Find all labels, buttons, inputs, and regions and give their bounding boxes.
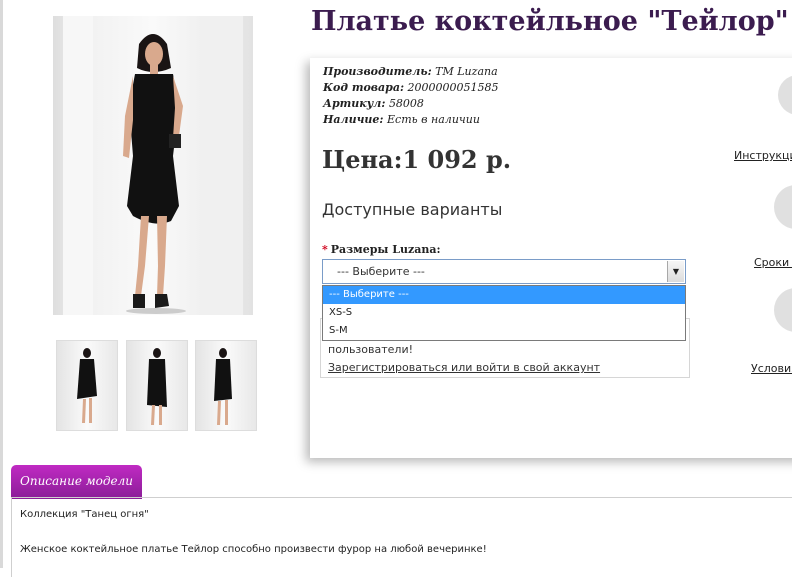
size-option[interactable]: S-M [323, 322, 685, 340]
spec-label: Артикул: [323, 97, 386, 110]
instruction-link[interactable]: Инструкци [734, 149, 792, 162]
size-select[interactable]: --- Выберите --- ▼ [322, 259, 686, 284]
spec-label: Код товара: [323, 81, 405, 94]
spec-availability: Наличие: Есть в наличии [323, 113, 480, 126]
delivery-time-link[interactable]: Сроки д [754, 256, 792, 269]
spec-article: Артикул: 58008 [323, 97, 424, 110]
register-login-link[interactable]: Зарегистрироваться или войти в свой акка… [328, 361, 600, 374]
tab-model-description[interactable]: Описание модели [11, 465, 142, 499]
spec-value: 2000000051585 [407, 81, 499, 94]
size-option[interactable]: --- Выберите --- [323, 286, 685, 304]
spec-label: Наличие: [323, 113, 384, 126]
size-select-value: --- Выберите --- [337, 265, 425, 278]
spec-value: Есть в наличии [387, 113, 480, 126]
description-line: Коллекция "Танец огня" [20, 509, 149, 520]
chevron-down-icon[interactable]: ▼ [667, 261, 684, 282]
product-thumbnail[interactable] [195, 340, 257, 431]
thumbnail-image [147, 348, 167, 425]
product-price: Цена:1 092 р. [322, 145, 512, 174]
spec-product-code: Код товара: 2000000051585 [323, 81, 499, 94]
size-field-label: * Размеры Luzana: [322, 243, 441, 256]
product-thumbnail[interactable] [56, 340, 118, 431]
page-left-border [0, 0, 3, 568]
thumbnail-image [77, 348, 97, 423]
thumbnail-image [214, 348, 232, 425]
required-marker: * [322, 243, 328, 256]
spec-value: ТМ Luzana [435, 65, 498, 78]
spec-value: 58008 [388, 97, 424, 110]
model-figure-image [123, 34, 186, 314]
size-option[interactable]: XS-S [323, 304, 685, 322]
variants-heading: Доступные варианты [322, 200, 503, 219]
login-notice-text: пользователи! [328, 343, 414, 356]
spec-manufacturer: Производитель: ТМ Luzana [323, 65, 498, 78]
product-thumbnail[interactable] [126, 340, 188, 431]
terms-link[interactable]: Условия [751, 362, 792, 375]
size-dropdown-list[interactable]: --- Выберите --- XS-S S-M [322, 285, 686, 341]
description-line: Женское коктейльное платье Тейлор способ… [20, 544, 487, 555]
page-title: Платье коктейльное "Тейлор" [311, 6, 789, 37]
product-main-image[interactable] [53, 16, 253, 315]
spec-label: Производитель: [323, 65, 432, 78]
size-label-text: Размеры Luzana: [330, 243, 441, 256]
